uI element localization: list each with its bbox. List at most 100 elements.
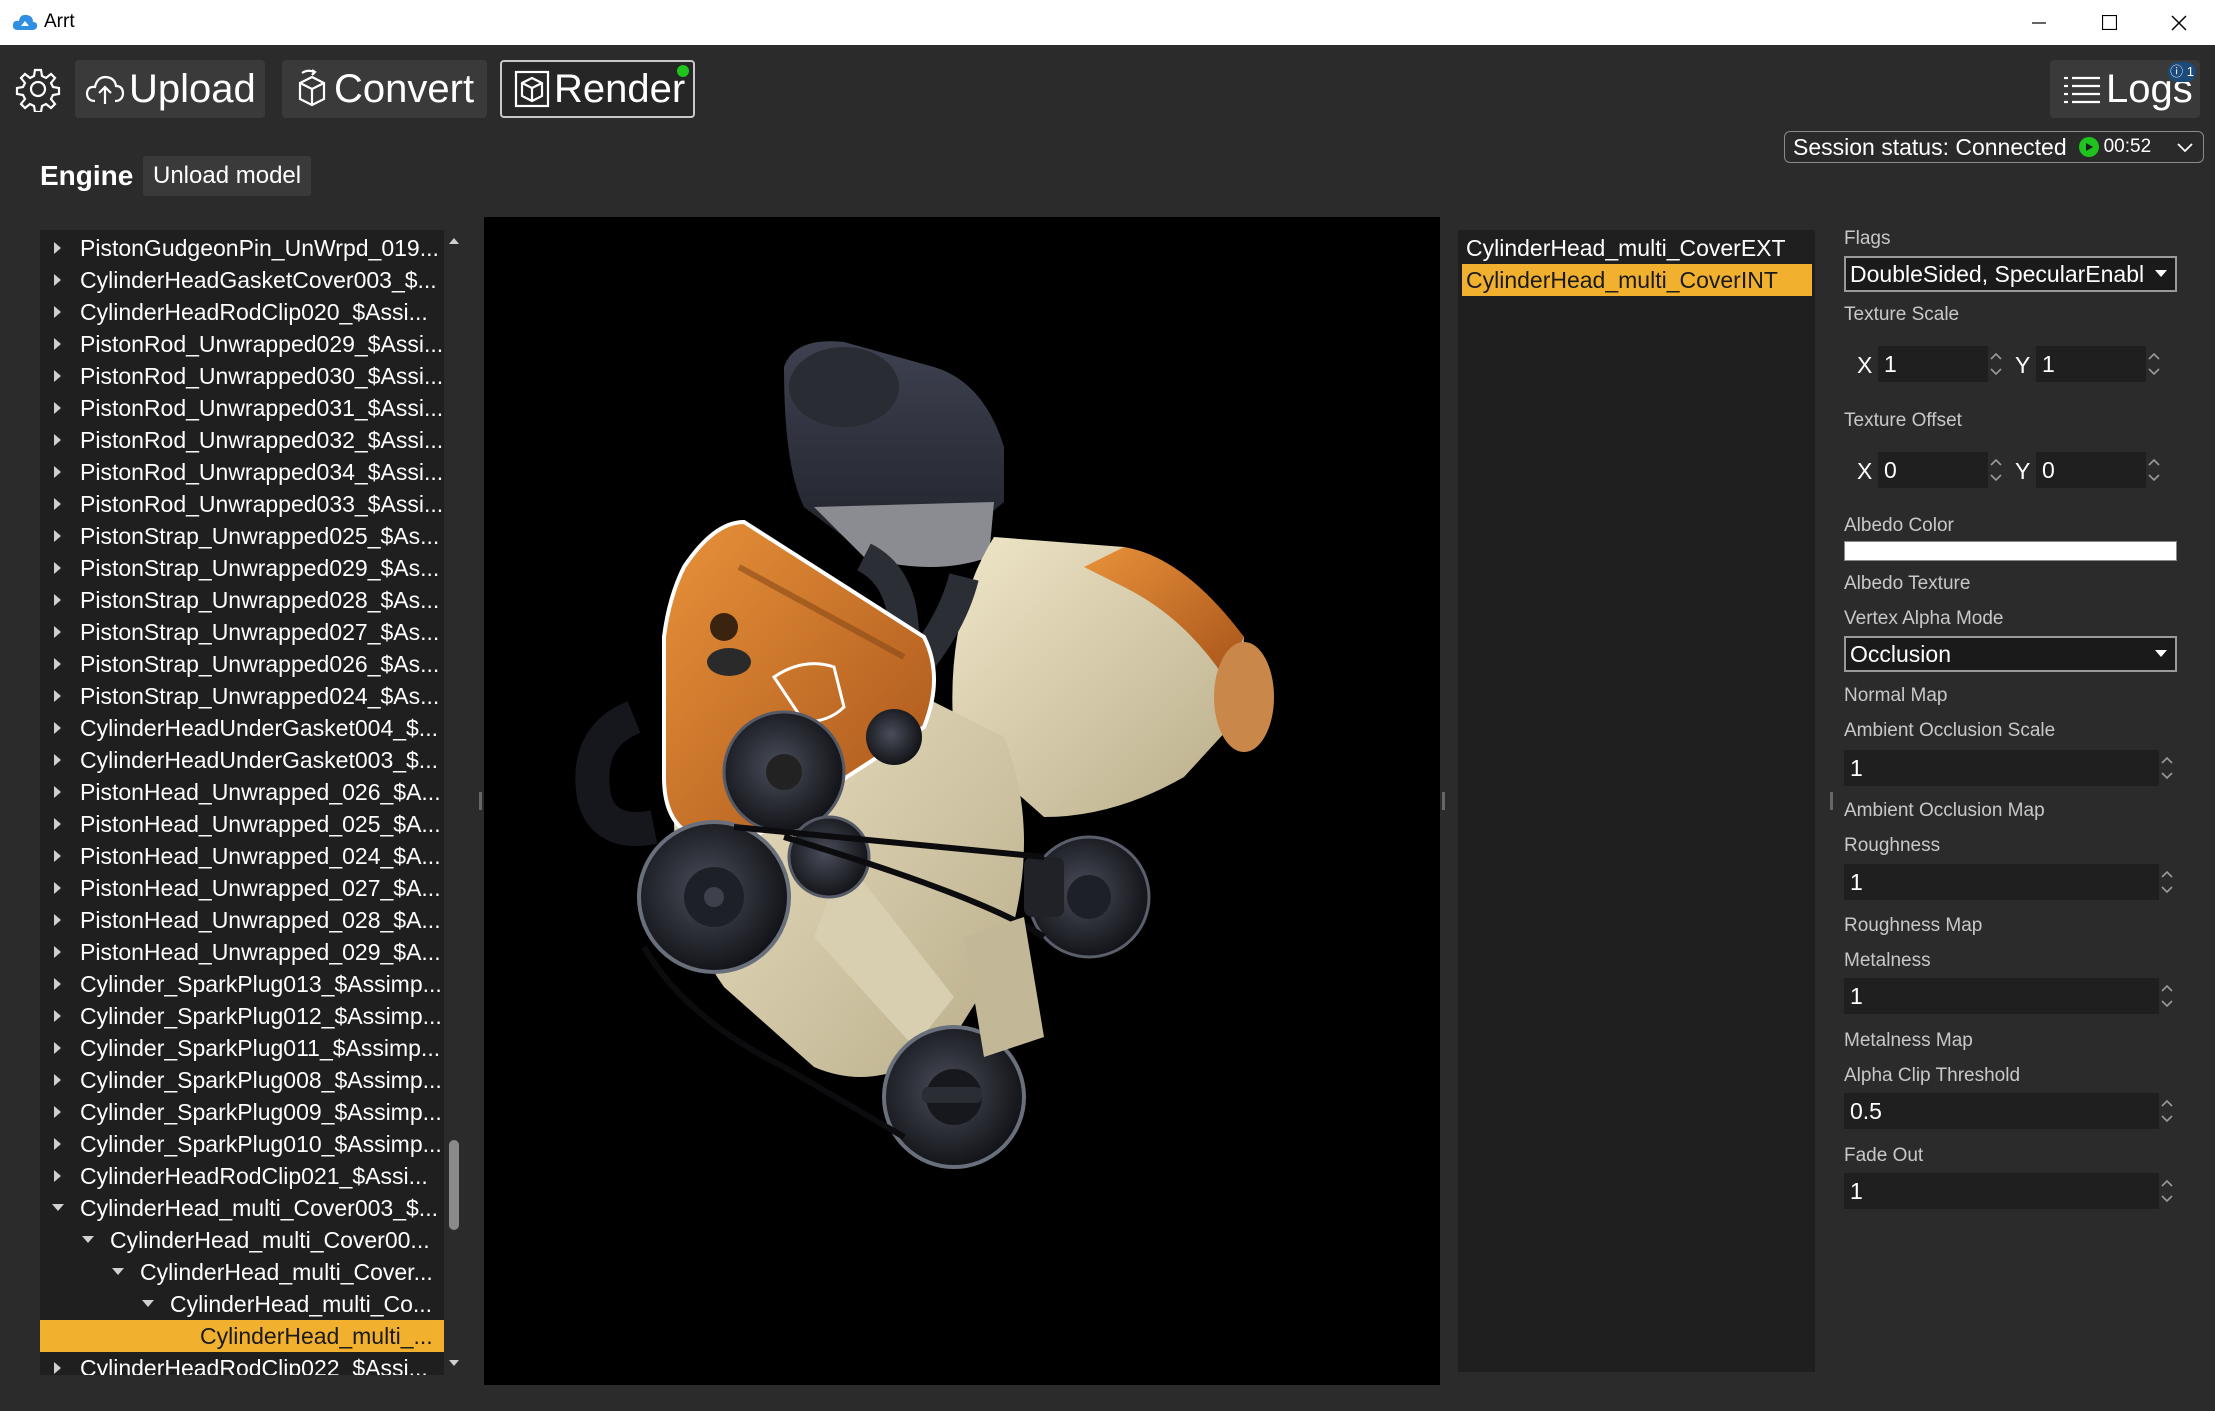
splitter-handle[interactable] xyxy=(1830,792,1833,810)
roughness-input[interactable]: 1 xyxy=(1844,864,2159,900)
tree-item[interactable]: CylinderHeadRodClip022_$Assi... xyxy=(40,1352,444,1375)
spin-down-icon[interactable] xyxy=(2148,474,2160,482)
collapsed-arrow-icon[interactable] xyxy=(50,432,66,448)
collapsed-arrow-icon[interactable] xyxy=(50,720,66,736)
tree-item[interactable]: CylinderHead_multi_Cover... xyxy=(40,1256,444,1288)
tree-item[interactable]: PistonHead_Unwrapped_028_$A... xyxy=(40,904,444,936)
unload-model-button[interactable]: Unload model xyxy=(143,156,312,196)
expanded-arrow-icon[interactable] xyxy=(50,1200,66,1216)
session-status-dropdown[interactable]: Session status: Connected 00:52 xyxy=(1784,131,2204,163)
spin-down-icon[interactable] xyxy=(1990,368,2002,376)
texture-offset-x-input[interactable]: 0 xyxy=(1878,452,1988,488)
spin-up-icon[interactable] xyxy=(2148,458,2160,466)
scroll-up-arrow-icon[interactable] xyxy=(444,234,464,248)
collapsed-arrow-icon[interactable] xyxy=(50,336,66,352)
expanded-arrow-icon[interactable] xyxy=(110,1264,126,1280)
texture-scale-y-spinner[interactable] xyxy=(2146,346,2162,382)
tree-item[interactable]: PistonHead_Unwrapped_029_$A... xyxy=(40,936,444,968)
collapsed-arrow-icon[interactable] xyxy=(50,496,66,512)
tree-item[interactable]: CylinderHead_multi_Cover00... xyxy=(40,1224,444,1256)
tree-item[interactable]: CylinderHeadRodClip021_$Assi... xyxy=(40,1160,444,1192)
spin-up-icon[interactable] xyxy=(2161,1179,2173,1187)
tree-item[interactable]: PistonRod_Unwrapped033_$Assi... xyxy=(40,488,444,520)
spin-down-icon[interactable] xyxy=(2161,1195,2173,1203)
texture-scale-y-input[interactable]: 1 xyxy=(2036,346,2146,382)
spin-up-icon[interactable] xyxy=(1990,352,2002,360)
collapsed-arrow-icon[interactable] xyxy=(50,1168,66,1184)
tree-item[interactable]: PistonRod_Unwrapped030_$Assi... xyxy=(40,360,444,392)
collapsed-arrow-icon[interactable] xyxy=(50,272,66,288)
tree-item[interactable]: CylinderHeadGasketCover003_$... xyxy=(40,264,444,296)
convert-button[interactable]: Convert xyxy=(282,60,487,118)
tree-item[interactable]: CylinderHeadRodClip020_$Assi... xyxy=(40,296,444,328)
spin-up-icon[interactable] xyxy=(2148,352,2160,360)
vertex-alpha-mode-dropdown[interactable]: Occlusion xyxy=(1844,636,2177,672)
splitter-handle[interactable] xyxy=(479,792,482,810)
collapsed-arrow-icon[interactable] xyxy=(50,624,66,640)
tree-item[interactable]: PistonHead_Unwrapped_027_$A... xyxy=(40,872,444,904)
collapsed-arrow-icon[interactable] xyxy=(50,976,66,992)
upload-button[interactable]: Upload xyxy=(75,60,265,118)
material-item-coverext[interactable]: CylinderHead_multi_CoverEXT xyxy=(1462,232,1812,264)
spin-up-icon[interactable] xyxy=(1990,458,2002,466)
tree-item[interactable]: PistonStrap_Unwrapped027_$As... xyxy=(40,616,444,648)
tree-item[interactable]: PistonHead_Unwrapped_024_$A... xyxy=(40,840,444,872)
collapsed-arrow-icon[interactable] xyxy=(50,784,66,800)
tree-item[interactable]: CylinderHeadUnderGasket004_$... xyxy=(40,712,444,744)
roughness-spinner[interactable] xyxy=(2159,864,2175,900)
tree-item[interactable]: PistonStrap_Unwrapped029_$As... xyxy=(40,552,444,584)
render-viewport[interactable] xyxy=(484,217,1440,1385)
metalness-spinner[interactable] xyxy=(2159,978,2175,1014)
fade-out-input[interactable]: 1 xyxy=(1844,1173,2159,1209)
collapsed-arrow-icon[interactable] xyxy=(50,528,66,544)
tree-item[interactable]: Cylinder_SparkPlug009_$Assimp... xyxy=(40,1096,444,1128)
spin-down-icon[interactable] xyxy=(2148,368,2160,376)
tree-item[interactable]: Cylinder_SparkPlug011_$Assimp... xyxy=(40,1032,444,1064)
collapsed-arrow-icon[interactable] xyxy=(50,880,66,896)
expanded-arrow-icon[interactable] xyxy=(80,1232,96,1248)
tree-item[interactable]: PistonRod_Unwrapped034_$Assi... xyxy=(40,456,444,488)
tree-item[interactable]: PistonStrap_Unwrapped026_$As... xyxy=(40,648,444,680)
ao-scale-spinner[interactable] xyxy=(2159,750,2175,786)
material-list[interactable]: CylinderHead_multi_CoverEXT CylinderHead… xyxy=(1458,230,1815,1372)
tree-item[interactable]: PistonHead_Unwrapped_026_$A... xyxy=(40,776,444,808)
spin-up-icon[interactable] xyxy=(2161,756,2173,764)
collapsed-arrow-icon[interactable] xyxy=(50,688,66,704)
metalness-input[interactable]: 1 xyxy=(1844,978,2159,1014)
collapsed-arrow-icon[interactable] xyxy=(50,752,66,768)
collapsed-arrow-icon[interactable] xyxy=(50,368,66,384)
scene-tree[interactable]: PistonGudgeonPin_UnWrpd_019... CylinderHe… xyxy=(40,230,444,1375)
spin-down-icon[interactable] xyxy=(2161,1000,2173,1008)
collapsed-arrow-icon[interactable] xyxy=(50,400,66,416)
tree-item[interactable]: PistonStrap_Unwrapped024_$As... xyxy=(40,680,444,712)
collapsed-arrow-icon[interactable] xyxy=(50,656,66,672)
spin-down-icon[interactable] xyxy=(1990,474,2002,482)
texture-offset-x-spinner[interactable] xyxy=(1988,452,2004,488)
texture-scale-x-input[interactable]: 1 xyxy=(1878,346,1988,382)
tree-item[interactable]: Cylinder_SparkPlug008_$Assimp... xyxy=(40,1064,444,1096)
texture-offset-y-input[interactable]: 0 xyxy=(2036,452,2146,488)
fade-out-spinner[interactable] xyxy=(2159,1173,2175,1209)
alpha-clip-threshold-spinner[interactable] xyxy=(2159,1093,2175,1129)
collapsed-arrow-icon[interactable] xyxy=(50,1040,66,1056)
collapsed-arrow-icon[interactable] xyxy=(50,1008,66,1024)
collapsed-arrow-icon[interactable] xyxy=(50,912,66,928)
maximize-button[interactable] xyxy=(2074,0,2144,45)
texture-scale-x-spinner[interactable] xyxy=(1988,346,2004,382)
tree-item[interactable]: PistonRod_Unwrapped029_$Assi... xyxy=(40,328,444,360)
tree-item[interactable]: CylinderHead_multi_Cover003_$... xyxy=(40,1192,444,1224)
tree-item[interactable]: PistonStrap_Unwrapped025_$As... xyxy=(40,520,444,552)
tree-item[interactable]: CylinderHead_multi_... xyxy=(40,1320,444,1352)
tree-item[interactable]: PistonGudgeonPin_UnWrpd_019... xyxy=(40,232,444,264)
tree-item[interactable]: PistonRod_Unwrapped032_$Assi... xyxy=(40,424,444,456)
collapsed-arrow-icon[interactable] xyxy=(50,848,66,864)
scroll-down-arrow-icon[interactable] xyxy=(444,1356,464,1370)
alpha-clip-threshold-input[interactable]: 0.5 xyxy=(1844,1093,2159,1129)
tree-item[interactable]: PistonRod_Unwrapped031_$Assi... xyxy=(40,392,444,424)
close-button[interactable] xyxy=(2144,0,2214,45)
texture-offset-y-spinner[interactable] xyxy=(2146,452,2162,488)
render-button[interactable]: Render xyxy=(500,60,695,118)
splitter-handle[interactable] xyxy=(1442,792,1445,810)
collapsed-arrow-icon[interactable] xyxy=(50,592,66,608)
flags-dropdown[interactable]: DoubleSided, SpecularEnabl xyxy=(1844,256,2177,292)
